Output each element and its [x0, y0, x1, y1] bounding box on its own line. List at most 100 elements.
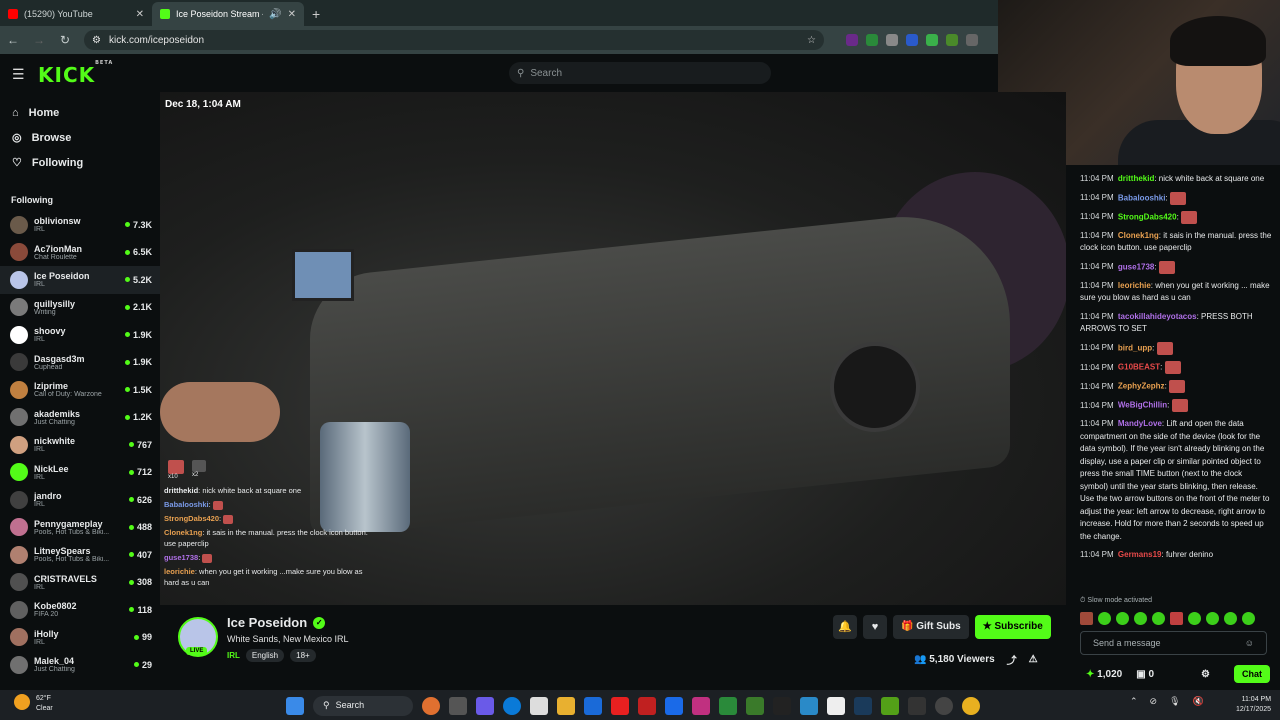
mail-icon[interactable] — [584, 697, 602, 715]
search-input[interactable]: ⚲ Search — [509, 62, 771, 84]
emote-icon[interactable] — [1080, 612, 1093, 625]
weather-widget[interactable]: 62°F Clear — [14, 694, 53, 714]
extension-icon[interactable] — [966, 34, 978, 46]
send-chat-button[interactable]: Chat — [1234, 665, 1270, 683]
chat-username[interactable]: Babalooshki — [1118, 193, 1166, 202]
kick-logo[interactable]: KICKBETA — [38, 60, 113, 87]
extension-icon[interactable] — [886, 34, 898, 46]
sidebar-channel[interactable]: Dasgasd3m Cuphead 1.9K — [0, 349, 160, 377]
chat-username[interactable]: leorichie — [1118, 281, 1151, 290]
nvidia-icon[interactable] — [881, 697, 899, 715]
site-info-icon[interactable]: ⚙ — [92, 35, 101, 46]
forward-icon[interactable]: → — [32, 33, 46, 47]
chat-username[interactable]: guse1738 — [1118, 262, 1154, 271]
sidebar-channel[interactable]: oblivionsw IRL 7.3K — [0, 211, 160, 239]
kick-points[interactable]: ✦ 1,020 — [1086, 669, 1122, 680]
chat-settings-icon[interactable]: ⚙ — [1201, 669, 1210, 680]
app-icon[interactable] — [908, 697, 926, 715]
youtube-icon[interactable] — [611, 697, 629, 715]
emote-icon[interactable] — [1152, 612, 1165, 625]
facebook-icon[interactable] — [665, 697, 683, 715]
subscribe-button[interactable]: ★ Subscribe — [974, 615, 1051, 639]
emote-icon[interactable] — [1134, 612, 1147, 625]
app-icon[interactable] — [719, 697, 737, 715]
amazon-icon[interactable] — [773, 697, 791, 715]
steam-icon[interactable] — [854, 697, 872, 715]
sidebar-channel[interactable]: Malek_04 Just Chatting 29 — [0, 651, 160, 679]
microphone-icon[interactable]: 🎙 — [1169, 696, 1180, 707]
category-link[interactable]: IRL — [227, 651, 240, 660]
network-off-icon[interactable]: ⊘ — [1150, 696, 1158, 707]
follow-heart-button[interactable]: ♥ — [863, 615, 887, 639]
app-icon[interactable] — [638, 697, 656, 715]
sidebar-channel[interactable]: jandro IRL 626 — [0, 486, 160, 514]
share-icon[interactable]: ⤴ — [1007, 652, 1017, 667]
system-clock[interactable]: 11:04 PM 12/17/2025 — [1236, 695, 1271, 715]
extension-icon[interactable] — [846, 34, 858, 46]
close-tab-icon[interactable]: ✕ — [136, 9, 144, 20]
chrome-icon[interactable] — [962, 697, 980, 715]
app-icon[interactable] — [827, 697, 845, 715]
url-field[interactable]: ⚙ kick.com/iceposeidon ☆ — [84, 30, 824, 50]
sidebar-channel[interactable]: LitneySpears Pools, Hot Tubs & Biki... 407 — [0, 541, 160, 569]
emote-icon[interactable] — [1116, 612, 1129, 625]
emote-icon[interactable] — [1224, 612, 1237, 625]
chat-username[interactable]: bird_upp — [1118, 343, 1152, 352]
chat-username[interactable]: ZephyZephz — [1118, 382, 1165, 391]
extension-icon[interactable] — [946, 34, 958, 46]
close-tab-icon[interactable]: ✕ — [288, 9, 296, 20]
sidebar-channel[interactable]: akademiks Just Chatting 1.2K — [0, 404, 160, 432]
emote-icon[interactable] — [1188, 612, 1201, 625]
edge-icon[interactable] — [503, 697, 521, 715]
chat-message-input[interactable]: Send a message ☺ — [1080, 631, 1267, 655]
emoji-icon[interactable]: ☺ — [1245, 638, 1254, 648]
app-icon[interactable] — [422, 697, 440, 715]
sidebar-channel[interactable]: shoovy IRL 1.9K — [0, 321, 160, 349]
sidebar-channel[interactable]: Ice Poseidon IRL 5.2K — [0, 266, 160, 294]
bookmark-star-icon[interactable]: ☆ — [807, 35, 816, 46]
task-view-icon[interactable] — [449, 697, 467, 715]
sidebar-channel[interactable]: lziprime Call of Duty: Warzone 1.5K — [0, 376, 160, 404]
volume-off-icon[interactable]: 🔇 — [1193, 696, 1204, 707]
chat-username[interactable]: dritthekid — [1118, 174, 1154, 183]
gift-subs-button[interactable]: 🎁 Gift Subs — [893, 615, 969, 639]
chat-username[interactable]: G10BEAST — [1118, 363, 1160, 372]
new-tab-button[interactable]: + — [304, 2, 328, 26]
sidebar-channel[interactable]: Pennygameplay Pools, Hot Tubs & Biki... 48… — [0, 514, 160, 542]
emote-icon[interactable] — [1170, 612, 1183, 625]
reload-icon[interactable]: ↻ — [58, 33, 72, 47]
emote-icon[interactable] — [1242, 612, 1255, 625]
sidebar-channel[interactable]: quillysilly Writing 2.1K — [0, 294, 160, 322]
chat-username[interactable]: tacokillahideyotacos — [1118, 312, 1197, 321]
gift-count[interactable]: ▣ 0 — [1136, 669, 1154, 680]
chat-username[interactable]: Germans19 — [1118, 550, 1162, 559]
notification-bell-button[interactable]: 🔔 — [833, 615, 857, 639]
chat-username[interactable]: Clonek1ng — [1118, 231, 1159, 240]
tag-mature[interactable]: 18+ — [290, 649, 316, 662]
chat-username[interactable]: WeBigChillin — [1118, 401, 1167, 410]
hamburger-menu-icon[interactable]: ☰ — [12, 66, 25, 83]
sidebar-item-home[interactable]: ⌂ Home — [12, 100, 160, 125]
sidebar-item-following[interactable]: ♡ Following — [12, 150, 160, 175]
windows-start-icon[interactable] — [286, 697, 304, 715]
extension-icon[interactable] — [926, 34, 938, 46]
tab-youtube[interactable]: (15290) YouTube ✕ — [0, 2, 152, 26]
app-icon[interactable] — [800, 697, 818, 715]
report-icon[interactable]: ⚠ — [1029, 654, 1038, 665]
file-explorer-icon[interactable] — [557, 697, 575, 715]
sidebar-channel[interactable]: Ac7ionMan Chat Roulette 6.5K — [0, 239, 160, 267]
sidebar-item-browse[interactable]: ◎ Browse — [12, 125, 160, 150]
emote-icon[interactable] — [1206, 612, 1219, 625]
sidebar-channel[interactable]: CRISTRAVELS IRL 308 — [0, 569, 160, 597]
taskbar-search[interactable]: ⚲ Search — [313, 696, 413, 716]
sidebar-channel[interactable]: NickLee IRL 712 — [0, 459, 160, 487]
sidebar-channel[interactable]: nickwhite IRL 767 — [0, 431, 160, 459]
chat-username[interactable]: StrongDabs420 — [1118, 212, 1177, 221]
chevron-up-icon[interactable]: ⌃ — [1130, 696, 1138, 707]
instagram-icon[interactable] — [692, 697, 710, 715]
streamer-name[interactable]: Ice Poseidon — [227, 615, 307, 630]
back-icon[interactable]: ← — [6, 33, 20, 47]
extension-icon[interactable] — [906, 34, 918, 46]
sidebar-channel[interactable]: iHolly IRL 99 — [0, 624, 160, 652]
emote-icon[interactable] — [1098, 612, 1111, 625]
